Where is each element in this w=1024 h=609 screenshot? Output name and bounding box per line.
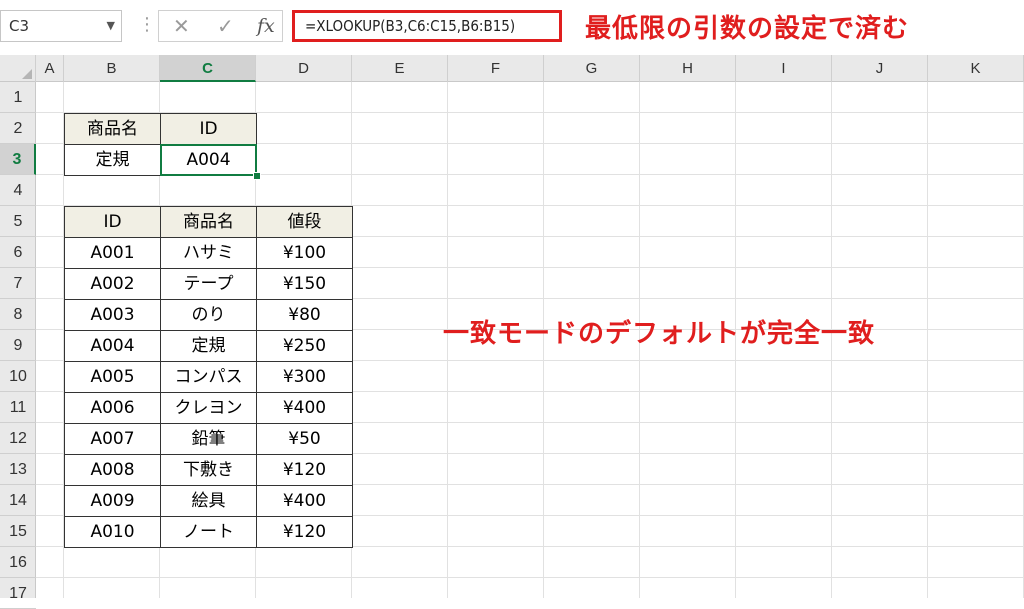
row-header-14[interactable]: 14 bbox=[0, 485, 36, 516]
cancel-icon[interactable]: ✕ bbox=[173, 11, 190, 41]
name-box[interactable]: C3 ▼ bbox=[0, 10, 122, 42]
row-header-2[interactable]: 2 bbox=[0, 113, 36, 144]
table-cell[interactable]: ¥120 bbox=[256, 454, 353, 486]
table-cell[interactable]: ¥400 bbox=[256, 392, 353, 424]
table-header-cell[interactable]: ID bbox=[64, 206, 161, 238]
row-header-16[interactable]: 16 bbox=[0, 547, 36, 578]
table-header-cell[interactable]: 商品名 bbox=[160, 206, 257, 238]
annotation-middle: 一致モードのデフォルトが完全一致 bbox=[443, 319, 876, 349]
table-cell[interactable]: A006 bbox=[64, 392, 161, 424]
table-cell[interactable]: A009 bbox=[64, 485, 161, 517]
row-header-9[interactable]: 9 bbox=[0, 330, 36, 361]
table-cell[interactable]: A001 bbox=[64, 237, 161, 269]
table-cell[interactable]: のり bbox=[160, 299, 257, 331]
row-header-15[interactable]: 15 bbox=[0, 516, 36, 547]
row-header-8[interactable]: 8 bbox=[0, 299, 36, 330]
column-header-k[interactable]: K bbox=[928, 55, 1024, 82]
row-header-12[interactable]: 12 bbox=[0, 423, 36, 454]
annotation-top: 最低限の引数の設定で済む bbox=[585, 14, 910, 44]
table-cell[interactable]: A008 bbox=[64, 454, 161, 486]
column-header-f[interactable]: F bbox=[448, 55, 544, 82]
lookup-header-cell[interactable]: 商品名 bbox=[64, 113, 161, 145]
table-cell[interactable]: ¥250 bbox=[256, 330, 353, 362]
table-header-cell[interactable]: 値段 bbox=[256, 206, 353, 238]
formula-input[interactable]: =XLOOKUP(B3,C6:C15,B6:B15) bbox=[292, 10, 562, 42]
column-header-d[interactable]: D bbox=[256, 55, 352, 82]
lookup-header-cell[interactable]: ID bbox=[160, 113, 257, 145]
row-header-3[interactable]: 3 bbox=[0, 144, 36, 175]
row-header-17[interactable]: 17 bbox=[0, 578, 36, 609]
name-box-value: C3 bbox=[9, 17, 30, 35]
table-cell[interactable]: A002 bbox=[64, 268, 161, 300]
table-cell[interactable]: 絵具 bbox=[160, 485, 257, 517]
table-cell[interactable]: A004 bbox=[64, 330, 161, 362]
table-cell[interactable]: ¥80 bbox=[256, 299, 353, 331]
row-headers: 1 2 3 4 5 6 7 8 9 10 11 12 13 14 15 16 17 bbox=[0, 82, 36, 609]
table-cell[interactable]: クレヨン bbox=[160, 392, 257, 424]
row-header-6[interactable]: 6 bbox=[0, 237, 36, 268]
table-cell[interactable]: ¥100 bbox=[256, 237, 353, 269]
column-header-e[interactable]: E bbox=[352, 55, 448, 82]
formula-bar: C3 ▼ ⋮ ✕ ✓ fx =XLOOKUP(B3,C6:C15,B6:B15)… bbox=[0, 0, 1024, 55]
table-cell[interactable]: A007 bbox=[64, 423, 161, 455]
row-header-11[interactable]: 11 bbox=[0, 392, 36, 423]
row-header-5[interactable]: 5 bbox=[0, 206, 36, 237]
table-cell[interactable]: ¥50 bbox=[256, 423, 353, 455]
fill-handle[interactable] bbox=[253, 172, 261, 180]
table-cell[interactable]: A003 bbox=[64, 299, 161, 331]
table-cell[interactable]: ¥120 bbox=[256, 516, 353, 548]
insert-function-icon[interactable]: fx bbox=[257, 11, 275, 41]
row-header-10[interactable]: 10 bbox=[0, 361, 36, 392]
select-all-corner[interactable] bbox=[0, 55, 36, 82]
table-cell[interactable]: 定規 bbox=[160, 330, 257, 362]
table-cell[interactable]: コンパス bbox=[160, 361, 257, 393]
column-header-j[interactable]: J bbox=[832, 55, 928, 82]
column-header-a[interactable]: A bbox=[36, 55, 64, 82]
column-header-c[interactable]: C bbox=[160, 55, 256, 82]
table-cell[interactable]: ¥400 bbox=[256, 485, 353, 517]
drag-handle-icon[interactable]: ⋮ bbox=[138, 14, 156, 35]
table-cell[interactable]: 下敷き bbox=[160, 454, 257, 486]
chevron-down-icon[interactable]: ▼ bbox=[107, 11, 115, 41]
column-header-i[interactable]: I bbox=[736, 55, 832, 82]
column-header-h[interactable]: H bbox=[640, 55, 736, 82]
lookup-value-cell[interactable]: A004 bbox=[160, 144, 257, 176]
table-cell[interactable]: 鉛筆 bbox=[160, 423, 257, 455]
table-cell[interactable]: A005 bbox=[64, 361, 161, 393]
table-cell[interactable]: A010 bbox=[64, 516, 161, 548]
column-header-g[interactable]: G bbox=[544, 55, 640, 82]
formula-buttons: ✕ ✓ fx bbox=[158, 10, 283, 42]
table-cell[interactable]: テープ bbox=[160, 268, 257, 300]
row-header-1[interactable]: 1 bbox=[0, 82, 36, 113]
table-cell[interactable]: ハサミ bbox=[160, 237, 257, 269]
table-cell[interactable]: ¥150 bbox=[256, 268, 353, 300]
row-header-7[interactable]: 7 bbox=[0, 268, 36, 299]
column-headers: ABCDEFGHIJK bbox=[0, 55, 1024, 82]
confirm-icon[interactable]: ✓ bbox=[217, 11, 234, 41]
table-cell[interactable]: ノート bbox=[160, 516, 257, 548]
row-header-4[interactable]: 4 bbox=[0, 175, 36, 206]
table-cell[interactable]: ¥300 bbox=[256, 361, 353, 393]
row-header-13[interactable]: 13 bbox=[0, 454, 36, 485]
column-header-b[interactable]: B bbox=[64, 55, 160, 82]
lookup-value-cell[interactable]: 定規 bbox=[64, 144, 161, 176]
